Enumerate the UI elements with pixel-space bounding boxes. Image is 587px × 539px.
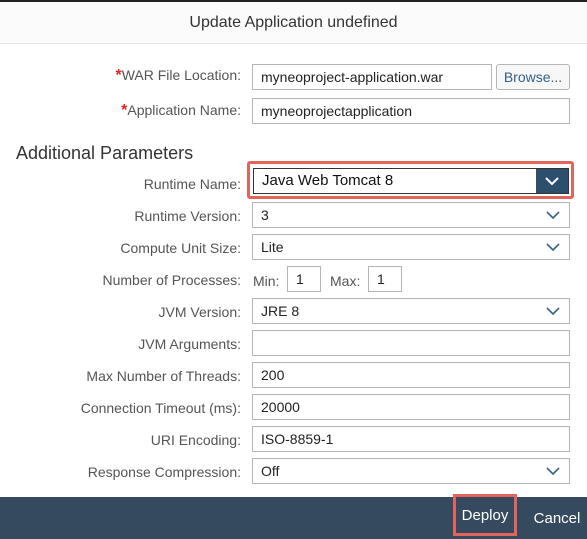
runtime-name-select[interactable]: Java Web Tomcat 8	[253, 168, 569, 194]
uri-encoding-label: URI Encoding:	[150, 432, 241, 448]
runtime-name-value: Java Web Tomcat 8	[262, 172, 394, 189]
max-label: Max:	[330, 273, 361, 289]
chevron-down-icon	[543, 299, 563, 323]
connection-timeout-label: Connection Timeout (ms):	[80, 400, 241, 416]
min-label: Min:	[253, 273, 280, 289]
connection-timeout-input[interactable]: 20000	[252, 394, 570, 420]
uri-encoding-input[interactable]: ISO-8859-1	[252, 426, 570, 452]
compute-unit-select[interactable]: Lite	[252, 234, 570, 260]
response-compression-value: Off	[261, 463, 280, 479]
max-processes-input[interactable]: 1	[368, 266, 402, 292]
war-file-input[interactable]: myneoproject-application.war	[252, 64, 492, 90]
section-title: Additional Parameters	[16, 143, 194, 163]
compute-unit-label: Compute Unit Size:	[120, 240, 241, 256]
runtime-version-value: 3	[261, 207, 269, 223]
chevron-down-icon[interactable]	[536, 169, 568, 193]
jvm-arguments-input[interactable]	[252, 330, 570, 356]
jvm-arguments-label: JVM Arguments:	[138, 336, 241, 352]
compute-unit-value: Lite	[261, 239, 284, 255]
cancel-button[interactable]: Cancel	[527, 497, 587, 539]
chevron-down-icon	[543, 203, 563, 227]
max-threads-input[interactable]: 200	[252, 362, 570, 388]
response-compression-select[interactable]: Off	[252, 458, 570, 484]
deploy-button[interactable]: Deploy	[453, 494, 517, 536]
runtime-version-label: Runtime Version:	[134, 208, 241, 224]
dialog-title: Update Application undefined	[189, 13, 398, 31]
jvm-version-label: JVM Version:	[158, 304, 241, 320]
dialog-title-bar: Update Application undefined	[0, 0, 587, 44]
runtime-version-select[interactable]: 3	[252, 202, 570, 228]
jvm-version-value: JRE 8	[261, 303, 300, 319]
browse-button[interactable]: Browse...	[496, 64, 570, 90]
min-processes-input[interactable]: 1	[287, 266, 321, 292]
processes-label: Number of Processes:	[102, 272, 242, 288]
application-name-label: *Application Name:	[121, 102, 241, 119]
update-application-dialog: Update Application undefined *WAR File L…	[0, 0, 587, 539]
chevron-down-icon	[543, 459, 563, 483]
runtime-name-label: Runtime Name:	[143, 176, 241, 192]
chevron-down-icon	[543, 235, 563, 259]
max-threads-label: Max Number of Threads:	[86, 368, 241, 384]
jvm-version-select[interactable]: JRE 8	[252, 298, 570, 324]
application-name-input[interactable]: myneoprojectapplication	[252, 98, 570, 124]
response-compression-label: Response Compression:	[87, 464, 241, 480]
war-file-label: *WAR File Location:	[115, 67, 241, 84]
